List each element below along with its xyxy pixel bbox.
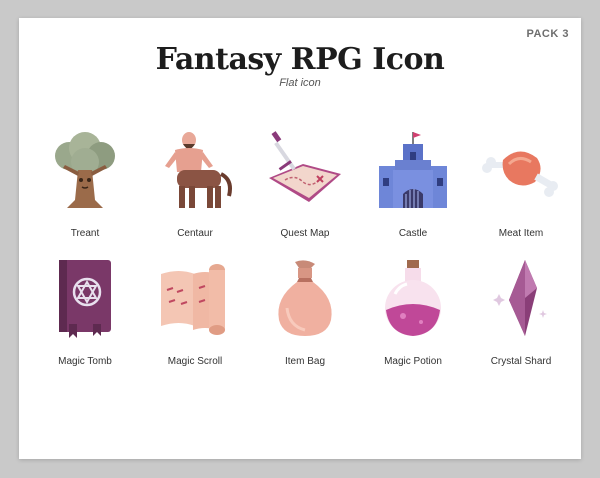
icon-sheet-card: PACK 3 Fantasy RPG Icon Flat icon Treant (19, 18, 581, 459)
icon-label: Centaur (177, 228, 213, 239)
potion-icon (385, 260, 441, 336)
sheet-title: Fantasy RPG Icon (155, 42, 445, 77)
icon-label: Item Bag (284, 356, 326, 367)
scroll-icon (161, 264, 225, 335)
icon-label: Treant (70, 228, 100, 239)
icon-cell-treant: Treant (29, 130, 141, 255)
treant-icon (55, 132, 115, 208)
icon-label: Quest Map (280, 228, 330, 239)
icon-cell-magic-potion: Magic Potion (357, 258, 469, 383)
tome-icon (59, 260, 111, 338)
icon-cell-castle: Castle (357, 130, 469, 255)
sheet-subtitle: Flat icon (279, 77, 321, 89)
icon-cell-meat-item: Meat Item (465, 130, 577, 255)
meat-icon (482, 151, 558, 197)
crystal-icon (493, 260, 547, 336)
icon-cell-magic-scroll: Magic Scroll (139, 258, 251, 383)
icon-cell-crystal-shard: Crystal Shard (465, 258, 577, 383)
icon-label: Meat Item (498, 228, 544, 239)
icon-cell-item-bag: Item Bag (249, 258, 361, 383)
icon-cell-magic-tomb: Magic Tomb (29, 258, 141, 383)
centaur-icon (165, 132, 232, 208)
icon-label: Castle (398, 228, 428, 239)
icon-label: Magic Tomb (58, 356, 112, 367)
icon-cell-centaur: Centaur (139, 130, 251, 255)
icon-label: Crystal Shard (490, 356, 552, 367)
icon-label: Magic Scroll (167, 356, 223, 367)
icon-cell-quest-map: Quest Map (249, 130, 361, 255)
castle-icon (379, 132, 447, 208)
bag-icon (278, 260, 332, 336)
icon-label: Magic Potion (384, 356, 442, 367)
map-icon (269, 131, 341, 202)
pack-label: PACK 3 (526, 28, 569, 40)
